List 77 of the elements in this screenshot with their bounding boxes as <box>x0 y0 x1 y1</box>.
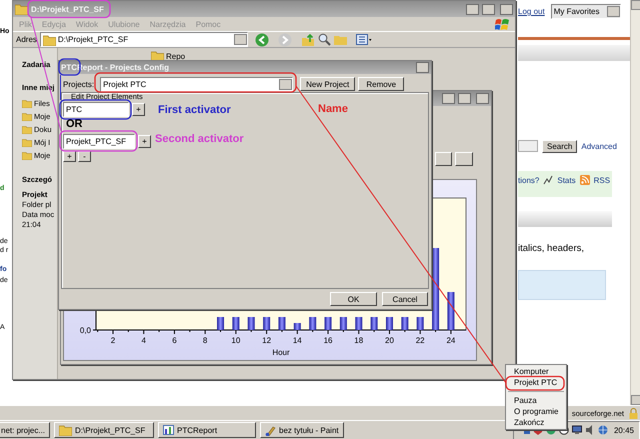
globe-icon <box>598 425 608 435</box>
close-button[interactable] <box>500 4 513 14</box>
windows-logo-icon <box>495 18 509 30</box>
axis-tick-label: 18 <box>354 336 364 345</box>
list-button[interactable]: + <box>63 151 76 162</box>
taskbar-button[interactable]: bez tytułu - Paint <box>260 422 344 438</box>
minimize-button[interactable] <box>442 93 455 104</box>
axis-tick-label: 12 <box>262 336 272 345</box>
address-label: Adres <box>16 35 37 44</box>
views-icon <box>356 33 372 46</box>
ok-button[interactable]: OK <box>330 292 377 306</box>
folder-icon <box>59 424 72 436</box>
axis-tick-label: 6 <box>172 336 177 345</box>
maximize-button[interactable] <box>458 93 471 104</box>
element-field[interactable]: Projekt_PTC_SF <box>63 134 135 149</box>
element-field[interactable]: PTC <box>63 102 129 117</box>
search-field[interactable] <box>518 140 538 152</box>
taskbar-button[interactable]: PTCReport <box>158 422 256 438</box>
axis-tick-label: 8 <box>202 336 208 345</box>
new-project-button[interactable]: New Project <box>300 77 356 91</box>
chart-icon <box>543 175 554 185</box>
axis-title: Hour <box>272 348 290 357</box>
menu-item[interactable]: Komputer <box>506 366 549 377</box>
taskbar-button[interactable]: D:\Projekt_PTC_SF <box>54 422 154 438</box>
axis-tick-label: 24 <box>446 336 456 345</box>
menu-item[interactable]: Projekt PTC <box>506 377 558 388</box>
maximize-button[interactable] <box>482 4 495 14</box>
annotation-label: Second activator <box>155 134 244 145</box>
annotation-label: Name <box>318 104 348 115</box>
logout-link[interactable]: Log out <box>518 7 545 16</box>
axis-tick-label: 2 <box>110 336 116 345</box>
search-icon <box>318 33 331 46</box>
axis-tick-label: 16 <box>324 336 332 345</box>
paint-brush-icon <box>265 424 276 436</box>
search-button[interactable]: Search <box>542 140 578 152</box>
projects-label: Projects: <box>63 80 94 88</box>
address-field[interactable]: D:\Projekt_PTC_SF <box>40 32 248 47</box>
toolbar-button[interactable] <box>455 152 473 166</box>
folder-icon <box>42 34 56 46</box>
taskbar-button[interactable]: net: projec... <box>0 422 50 438</box>
axis-tick-label: 22 <box>416 336 425 345</box>
toolbar-button[interactable] <box>435 152 452 166</box>
advanced-link[interactable]: Advanced <box>581 142 617 150</box>
annotation-label: First activator <box>158 105 231 116</box>
axis-tick-label: 20 <box>385 336 394 345</box>
rss-icon <box>580 175 590 185</box>
remove-button[interactable]: Remove <box>358 77 404 91</box>
folders-icon <box>334 33 347 46</box>
close-button[interactable] <box>476 93 489 104</box>
rss-link[interactable]: RSS <box>594 176 610 184</box>
help-link[interactable]: tions? <box>518 176 540 184</box>
axis-tick-label: 0,0 <box>80 326 91 335</box>
cancel-button[interactable]: Cancel <box>382 292 428 306</box>
speaker-icon <box>584 425 595 435</box>
window-title: D:\Projekt_PTC_SF <box>31 4 104 14</box>
folder-icon <box>15 3 28 15</box>
clock-time: 20:45 <box>614 426 634 434</box>
close-button[interactable] <box>416 62 429 73</box>
add-button[interactable]: + <box>132 103 145 116</box>
favorites-select[interactable]: My Favorites <box>550 4 621 19</box>
add-button[interactable]: + <box>138 135 151 148</box>
monitor-icon <box>572 425 582 435</box>
axis-tick-label: 14 <box>292 336 302 345</box>
minimize-button[interactable] <box>466 4 479 14</box>
menu-item[interactable]: Pauza <box>506 395 537 406</box>
menu-item[interactable]: Zakończ <box>506 417 544 428</box>
up-folder-icon <box>300 32 315 46</box>
app-window-icon <box>163 425 174 435</box>
stats-link[interactable]: Stats <box>557 176 576 184</box>
axis-tick-label: 4 <box>142 336 146 345</box>
axis-tick-label: 10 <box>231 336 240 345</box>
annotation-label: OR <box>66 119 82 130</box>
list-button[interactable]: - <box>78 151 91 162</box>
menu-item[interactable]: O programie <box>506 406 558 417</box>
projects-combo[interactable]: Projekt PTC <box>100 76 294 92</box>
lock-icon <box>629 408 638 418</box>
body-text: italics, headers, <box>518 243 586 254</box>
